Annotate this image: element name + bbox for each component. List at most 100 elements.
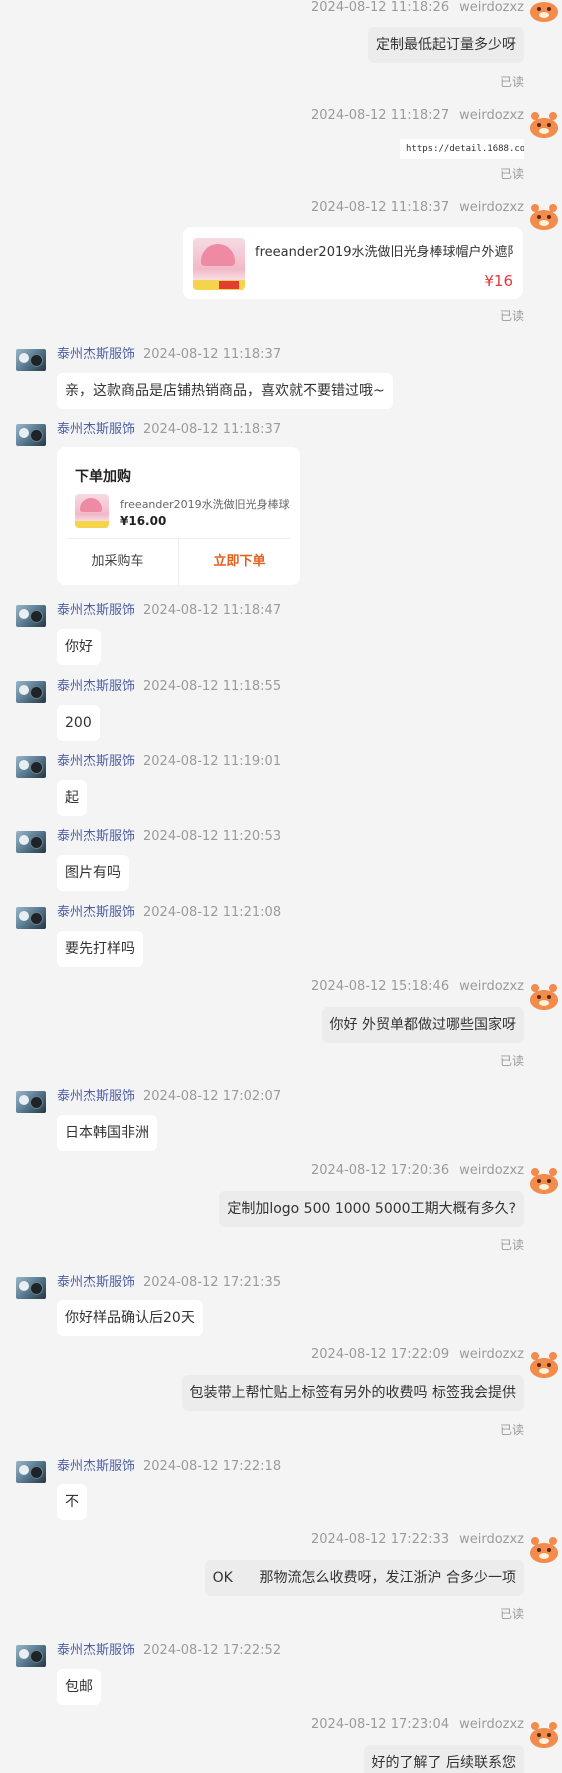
message-bubble: 不: [57, 1484, 87, 1520]
timestamp: 2024-08-12 17:20:36: [311, 1163, 450, 1178]
message-meta: 泰州杰斯服饰 2024-08-12 11:18:37: [57, 343, 281, 362]
message-meta: 泰州杰斯服饰 2024-08-12 17:21:35: [57, 1271, 281, 1290]
message-meta: 泰州杰斯服饰 2024-08-12 17:22:52: [57, 1639, 281, 1658]
timestamp: 2024-08-12 17:22:09: [311, 1347, 450, 1362]
message-bubble: 你好样品确认后20天: [57, 1300, 203, 1336]
shop-avatar-icon[interactable]: [16, 349, 46, 371]
message-meta: 泰州杰斯服饰 2024-08-12 17:02:07: [57, 1085, 281, 1104]
orange-cartoon-avatar-icon[interactable]: [528, 1166, 560, 1196]
shop-avatar-icon[interactable]: [16, 831, 46, 853]
shop-avatar-icon[interactable]: [16, 1277, 46, 1299]
order-card-title: 下单加购: [75, 469, 131, 485]
order-card: 下单加购 freeander2019水洗做旧光身棒球帽 ¥16.00 加采购车 …: [57, 447, 300, 585]
timestamp: 2024-08-12 17:02:07: [143, 1089, 282, 1104]
sender-name: 泰州杰斯服饰: [57, 829, 136, 844]
product-title: freeander2019水洗做旧光身棒球帽户外遮阳...: [255, 245, 513, 260]
timestamp: 2024-08-12 17:22:33: [311, 1532, 450, 1547]
message-meta: 2024-08-12 11:18:26 weirdozxz: [311, 0, 524, 15]
timestamp: 2024-08-12 11:18:26: [311, 0, 450, 15]
timestamp: 2024-08-12 17:23:04: [311, 1717, 450, 1732]
message-bubble: 定制最低起订量多少呀: [368, 27, 524, 63]
user-name: weirdozxz: [459, 1532, 524, 1547]
orange-cartoon-avatar-icon[interactable]: [528, 110, 560, 140]
shop-avatar-icon[interactable]: [16, 907, 46, 929]
product-thumbnail: [193, 238, 245, 290]
timestamp: 2024-08-12 11:18:55: [143, 679, 282, 694]
sender-name: 泰州杰斯服饰: [57, 1275, 136, 1290]
message-bubble: 亲，这款商品是店铺热销商品，喜欢就不要错过哦~: [57, 373, 393, 409]
message-bubble: 日本韩国非洲: [57, 1115, 157, 1151]
message-meta: 2024-08-12 17:22:33 weirdozxz: [311, 1532, 524, 1547]
read-status: 已读: [499, 167, 524, 181]
timestamp: 2024-08-12 11:18:37: [143, 347, 282, 362]
message-meta: 泰州杰斯服饰 2024-08-12 11:18:55: [57, 675, 281, 694]
timestamp: 2024-08-12 11:19:01: [143, 754, 282, 769]
sender-name: 泰州杰斯服饰: [57, 603, 136, 618]
message-meta: 泰州杰斯服饰 2024-08-12 11:20:53: [57, 825, 281, 844]
link-message[interactable]: https://detail.1688.com/offer/: [400, 139, 524, 159]
user-name: weirdozxz: [459, 1163, 524, 1178]
read-status: 已读: [499, 1607, 524, 1621]
shop-avatar-icon[interactable]: [16, 1645, 46, 1667]
timestamp: 2024-08-12 17:22:18: [143, 1459, 282, 1474]
timestamp: 2024-08-12 11:18:37: [311, 200, 450, 215]
user-name: weirdozxz: [459, 108, 524, 123]
product-card[interactable]: freeander2019水洗做旧光身棒球帽户外遮阳... ¥16: [183, 227, 523, 299]
orange-cartoon-avatar-icon[interactable]: [528, 1720, 560, 1750]
read-status: 已读: [499, 309, 524, 323]
timestamp: 2024-08-12 11:21:08: [143, 905, 282, 920]
orange-cartoon-avatar-icon[interactable]: [528, 1350, 560, 1380]
timestamp: 2024-08-12 11:18:27: [311, 108, 450, 123]
message-bubble: 包装带上帮忙贴上标签有另外的收费吗 标签我会提供: [181, 1375, 524, 1411]
shop-avatar-icon[interactable]: [16, 1461, 46, 1483]
timestamp: 2024-08-12 17:21:35: [143, 1275, 282, 1290]
message-meta: 2024-08-12 17:22:09 weirdozxz: [311, 1347, 524, 1362]
sender-name: 泰州杰斯服饰: [57, 1459, 136, 1474]
orange-cartoon-avatar-icon[interactable]: [528, 0, 560, 30]
timestamp: 2024-08-12 11:18:47: [143, 603, 282, 618]
read-status: 已读: [499, 1423, 524, 1437]
message-bubble: 好的了解了 后续联系您: [363, 1745, 524, 1773]
orange-cartoon-avatar-icon[interactable]: [528, 202, 560, 232]
timestamp: 2024-08-12 15:18:46: [311, 979, 450, 994]
message-meta: 2024-08-12 17:23:04 weirdozxz: [311, 1717, 524, 1732]
user-name: weirdozxz: [459, 1347, 524, 1362]
timestamp: 2024-08-12 11:20:53: [143, 829, 282, 844]
read-status: 已读: [499, 1054, 524, 1068]
sender-name: 泰州杰斯服饰: [57, 1643, 136, 1658]
message-bubble: 图片有吗: [57, 855, 129, 891]
user-name: weirdozxz: [459, 1717, 524, 1732]
user-name: weirdozxz: [459, 979, 524, 994]
add-to-cart-button[interactable]: 加采购车: [57, 538, 178, 585]
shop-avatar-icon[interactable]: [16, 1091, 46, 1113]
sender-name: 泰州杰斯服饰: [57, 422, 136, 437]
shop-avatar-icon[interactable]: [16, 681, 46, 703]
sender-name: 泰州杰斯服饰: [57, 1089, 136, 1104]
product-price: ¥16.00: [120, 514, 167, 528]
message-meta: 2024-08-12 11:18:37 weirdozxz: [311, 200, 524, 215]
message-meta: 2024-08-12 11:18:27 weirdozxz: [311, 108, 524, 123]
shop-avatar-icon[interactable]: [16, 605, 46, 627]
message-bubble: 要先打样吗: [57, 931, 143, 967]
orange-cartoon-avatar-icon[interactable]: [528, 982, 560, 1012]
timestamp: 2024-08-12 17:22:52: [143, 1643, 282, 1658]
read-status: 已读: [499, 75, 524, 89]
read-status: 已读: [499, 1238, 524, 1252]
product-title: freeander2019水洗做旧光身棒球帽: [120, 498, 290, 511]
message-meta: 泰州杰斯服饰 2024-08-12 11:18:37: [57, 418, 281, 437]
message-bubble: 定制加logo 500 1000 5000工期大概有多久?: [219, 1191, 524, 1227]
message-meta: 泰州杰斯服饰 2024-08-12 11:18:47: [57, 599, 281, 618]
message-bubble: OK 那物流怎么收费呀，发江浙沪 合多少一项: [204, 1560, 524, 1596]
message-meta: 2024-08-12 15:18:46 weirdozxz: [311, 979, 524, 994]
shop-avatar-icon[interactable]: [16, 756, 46, 778]
sender-name: 泰州杰斯服饰: [57, 679, 136, 694]
message-bubble: 你好: [57, 629, 101, 665]
message-meta: 2024-08-12 17:20:36 weirdozxz: [311, 1163, 524, 1178]
orange-cartoon-avatar-icon[interactable]: [528, 1535, 560, 1565]
buy-now-button[interactable]: 立即下单: [179, 538, 300, 585]
product-price: ¥16: [484, 272, 513, 290]
user-name: weirdozxz: [459, 0, 524, 15]
message-bubble: 起: [57, 780, 87, 816]
shop-avatar-icon[interactable]: [16, 424, 46, 446]
product-thumbnail: [75, 494, 109, 528]
